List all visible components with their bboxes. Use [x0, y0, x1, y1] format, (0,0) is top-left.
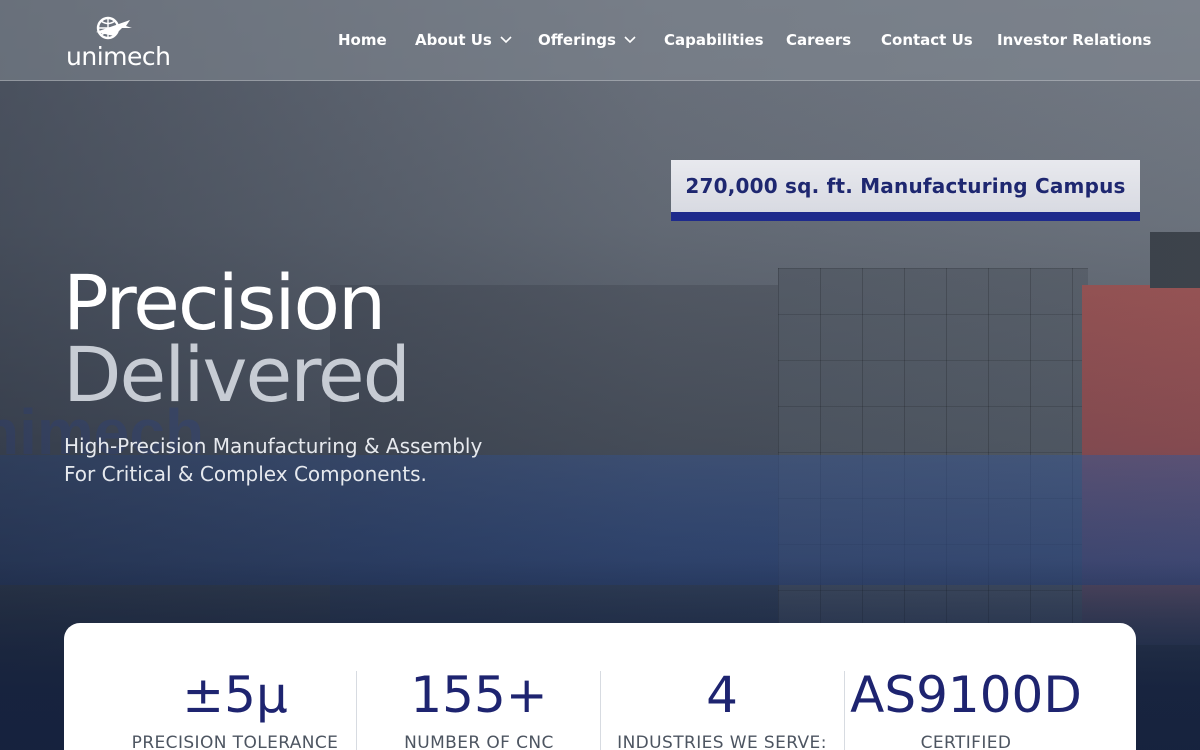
- campus-sign-text: 270,000 sq. ft. Manufacturing Campus: [685, 174, 1126, 198]
- stat-industries-served: 4 INDUSTRIES WE SERVE:: [597, 663, 847, 750]
- nav-home-label: Home: [338, 31, 387, 49]
- stat-precision-tolerance: ±5µ PRECISION TOLERANCE: [110, 663, 360, 750]
- nav-about-us[interactable]: About Us: [415, 0, 512, 80]
- nav-careers[interactable]: Careers: [786, 0, 851, 80]
- nav-about-us-label: About Us: [415, 31, 492, 49]
- globe-plane-logo-icon: [96, 16, 132, 40]
- nav-investor-relations[interactable]: Investor Relations: [997, 0, 1151, 80]
- hero-subtitle: High-Precision Manufacturing & Assembly …: [64, 432, 564, 488]
- chevron-down-icon: [500, 36, 512, 44]
- nav-careers-label: Careers: [786, 31, 852, 49]
- campus-sign: 270,000 sq. ft. Manufacturing Campus: [671, 160, 1140, 221]
- stats-card: ±5µ PRECISION TOLERANCE 155+ NUMBER OF C…: [64, 623, 1136, 750]
- nav-capabilities[interactable]: Capabilities: [664, 0, 764, 80]
- stat-label: INDUSTRIES WE SERVE:: [617, 733, 827, 750]
- stat-value: AS9100D: [850, 666, 1082, 724]
- brand-logo[interactable]: unimech: [66, 12, 171, 71]
- nav-home[interactable]: Home: [338, 0, 387, 80]
- nav-capabilities-label: Capabilities: [664, 31, 764, 49]
- nav-investor-relations-label: Investor Relations: [997, 31, 1152, 49]
- stat-label: PRECISION TOLERANCE: [131, 733, 339, 750]
- stat-number-of-cnc: 155+ NUMBER OF CNC: [354, 663, 604, 750]
- stat-certified: AS9100D CERTIFIED: [841, 663, 1091, 750]
- hero-headline-line2: Delivered: [63, 330, 411, 419]
- stat-label: NUMBER OF CNC: [404, 733, 554, 750]
- stat-label: CERTIFIED: [920, 733, 1012, 750]
- chevron-down-icon: [624, 36, 636, 44]
- stat-value: 4: [706, 666, 738, 724]
- top-navbar: unimech Home About Us Offerings Capabili…: [0, 0, 1200, 81]
- stat-value: ±5µ: [182, 666, 288, 724]
- brand-logo-text: unimech: [66, 42, 171, 71]
- stat-value: 155+: [410, 666, 548, 724]
- nav-contact-us-label: Contact Us: [881, 31, 973, 49]
- nav-contact-us[interactable]: Contact Us: [881, 0, 973, 80]
- hero-subtitle-line2: For Critical & Complex Components.: [64, 462, 427, 486]
- hero-subtitle-line1: High-Precision Manufacturing & Assembly: [64, 434, 483, 458]
- nav-offerings-label: Offerings: [538, 31, 616, 49]
- nav-offerings[interactable]: Offerings: [538, 0, 636, 80]
